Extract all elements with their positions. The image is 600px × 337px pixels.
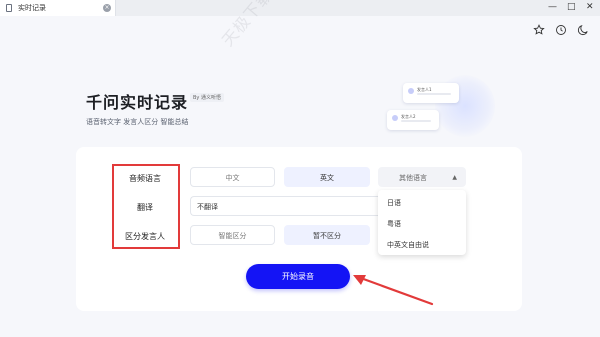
title-bar: 实时记录 × — □ ✕ xyxy=(0,0,600,16)
maximize-button[interactable]: □ xyxy=(567,2,576,12)
translation-value: 不翻译 xyxy=(197,203,218,211)
speaker-option-none[interactable]: 暂不区分 xyxy=(284,225,370,245)
star-icon[interactable] xyxy=(533,24,545,36)
minimize-button[interactable]: — xyxy=(548,2,557,12)
start-recording-button[interactable]: 开始录音 xyxy=(246,264,350,289)
window-close-button[interactable]: ✕ xyxy=(586,2,594,12)
avatar xyxy=(408,88,414,94)
moon-icon[interactable] xyxy=(577,24,589,36)
avatar xyxy=(392,115,398,121)
powered-by-badge: By 通义听悟 xyxy=(190,93,224,102)
page-subtitle: 语音转文字 发言人区分 智能总结 xyxy=(86,118,189,126)
translation-select[interactable]: 不翻译 xyxy=(190,196,382,216)
illustration-card: 发言人2 xyxy=(387,110,439,130)
menu-item-japanese[interactable]: 日语 xyxy=(387,198,401,208)
language-option-english[interactable]: 英文 xyxy=(284,167,370,187)
tab-title: 实时记录 xyxy=(18,4,46,12)
menu-item-cantonese[interactable]: 粤语 xyxy=(387,219,401,229)
chevron-up-icon: ▲ xyxy=(452,174,457,181)
tab-close-icon[interactable]: × xyxy=(103,4,111,12)
illustration-line xyxy=(417,93,451,95)
language-option-chinese[interactable]: 中文 xyxy=(190,167,275,187)
page-title: 千问实时记录 xyxy=(86,93,189,112)
app-tab[interactable]: 实时记录 × xyxy=(0,0,116,16)
language-dropdown-menu: 日语 粤语 中英文自由说 xyxy=(378,190,466,255)
history-icon[interactable] xyxy=(555,24,567,36)
annotation-arrow xyxy=(353,275,434,306)
illustration-card: 发言人1 xyxy=(403,83,459,103)
other-language-label: 其他语言 xyxy=(399,174,427,182)
menu-item-mixed-zh-en[interactable]: 中英文自由说 xyxy=(387,240,429,250)
speaker-option-smart[interactable]: 智能区分 xyxy=(190,225,275,245)
illustration-line xyxy=(401,120,431,122)
document-icon xyxy=(6,4,12,12)
hero-illustration: 发言人1 发言人2 xyxy=(385,75,505,145)
annotation-highlight-box xyxy=(112,164,180,249)
other-language-dropdown[interactable]: 其他语言 ▲ xyxy=(378,167,466,187)
